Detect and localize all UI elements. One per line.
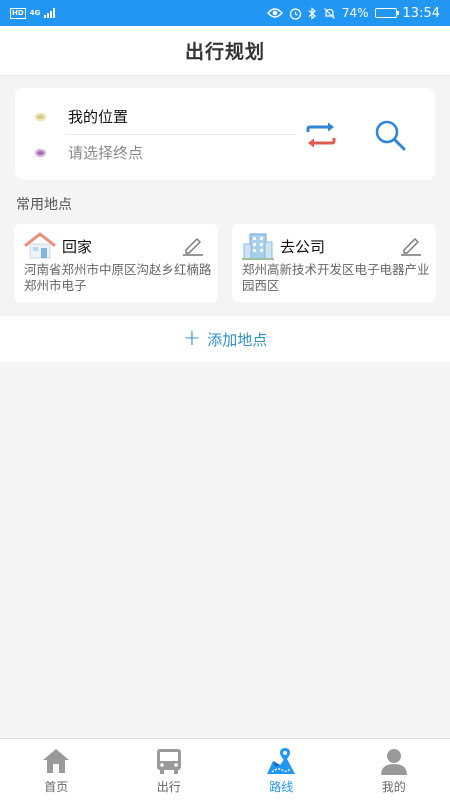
route-map-icon (267, 748, 296, 774)
place-head: 去公司 (242, 232, 325, 260)
start-location-text: 我的位置 (68, 108, 129, 126)
place-address: 郑州高新技术开发区电子电器产业园西区 (242, 262, 430, 293)
status-bar: HD 4G 74% 13:54 (0, 0, 450, 26)
edit-pencil-icon[interactable] (182, 234, 204, 256)
favorite-place-work[interactable]: 去公司 郑州高新技术开发区电子电器产业园西区 (232, 224, 436, 302)
start-location-field[interactable]: 我的位置 (35, 106, 128, 127)
place-name: 去公司 (280, 237, 326, 256)
bus-icon (156, 749, 181, 774)
place-address: 河南省郑州市中原区沟赵乡红楠路郑州市电子 (24, 262, 212, 293)
tab-label: 出行 (156, 780, 181, 794)
tab-travel[interactable]: 出行 (113, 739, 226, 800)
home-icon (43, 749, 70, 773)
route-divider (65, 134, 297, 135)
battery-percent: 74% (341, 6, 369, 20)
signal-icon (44, 8, 56, 18)
favorites-section-title: 常用地点 (16, 197, 72, 213)
hd-badge: HD (10, 7, 26, 19)
bottom-tab-bar: 首页 出行 路线 我的 (0, 738, 450, 800)
destination-field[interactable]: 请选择终点 (35, 142, 143, 163)
tab-mine[interactable]: 我的 (338, 739, 450, 800)
swap-arrows-icon[interactable] (303, 120, 339, 150)
end-dot-icon (35, 148, 46, 157)
alarm-icon (289, 7, 302, 20)
magnifier-icon[interactable] (373, 118, 409, 152)
destination-placeholder: 请选择终点 (68, 144, 144, 162)
user-icon (380, 749, 407, 775)
page-title: 出行规划 (184, 41, 265, 63)
place-head: 回家 (24, 232, 92, 260)
favorite-place-home[interactable]: 回家 河南省郑州市中原区沟赵乡红楠路郑州市电子 (14, 224, 218, 302)
bluetooth-icon (308, 6, 316, 20)
tab-label: 路线 (269, 780, 294, 794)
plus-icon: + (182, 326, 202, 351)
battery-icon (374, 8, 399, 18)
add-place-button[interactable]: + 添加地点 (0, 316, 450, 362)
start-dot-icon (35, 112, 46, 121)
mute-icon (323, 7, 335, 19)
tab-route[interactable]: 路线 (225, 739, 338, 800)
house-icon (24, 232, 56, 259)
office-building-icon (242, 233, 274, 260)
status-left: HD 4G (10, 7, 56, 19)
eye-icon (266, 8, 283, 18)
network-type: 4G (29, 9, 41, 17)
clock: 13:54 (402, 5, 440, 21)
tab-label: 首页 (44, 780, 69, 794)
tab-label: 我的 (381, 780, 406, 794)
add-place-label: 添加地点 (207, 330, 268, 349)
route-card: 我的位置 请选择终点 (15, 88, 435, 180)
edit-pencil-icon[interactable] (400, 234, 422, 256)
tab-home[interactable]: 首页 (0, 739, 113, 800)
place-name: 回家 (62, 237, 93, 256)
title-bar: 出行规划 (0, 26, 450, 76)
status-right: 74% 13:54 (266, 5, 440, 21)
